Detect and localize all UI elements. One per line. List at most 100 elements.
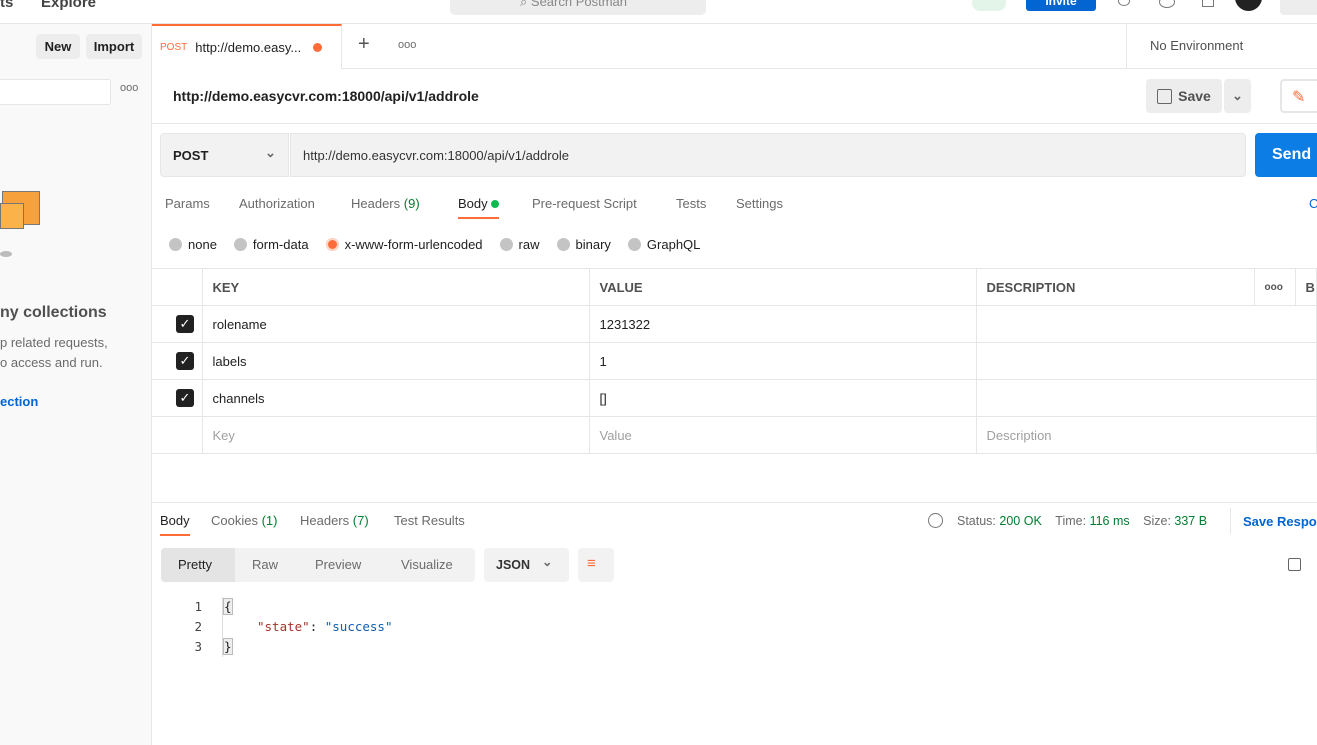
table-row: ✓ labels 1 (152, 342, 1317, 380)
table-options-button[interactable]: ooo (1253, 268, 1296, 306)
settings-icon[interactable] (1159, 0, 1175, 8)
save-dropdown-chevron-icon[interactable]: ⌄ (1224, 79, 1251, 113)
value-input[interactable]: Value (588, 416, 977, 454)
view-visualize[interactable]: Visualize (401, 557, 453, 572)
column-value: VALUE (588, 268, 977, 306)
collections-illustration-icon (0, 179, 42, 257)
empty-state-text: p related requests, (0, 335, 108, 350)
table-row-new: Key Value Description (152, 416, 1317, 454)
tab-authorization[interactable]: Authorization (239, 196, 315, 211)
tab-body[interactable]: Body (458, 196, 500, 219)
globe-icon[interactable] (928, 513, 943, 528)
key-cell[interactable]: rolename (201, 305, 590, 343)
radio-graphql[interactable]: GraphQL (627, 237, 700, 252)
new-button[interactable]: New (36, 34, 80, 59)
save-response-button[interactable]: Save Respo (1243, 514, 1317, 529)
search-icon: ⌕ (520, 0, 531, 9)
column-key: KEY (201, 268, 590, 306)
more-icon[interactable]: ooo (120, 82, 138, 94)
collection-search-input[interactable] (0, 79, 111, 105)
active-dot-icon (491, 200, 500, 208)
description-input[interactable]: Description (975, 416, 1317, 454)
upgrade-button[interactable] (1280, 0, 1317, 15)
size-value[interactable]: 337 B (1174, 514, 1207, 528)
wrap-lines-icon[interactable]: ≡ (578, 548, 614, 582)
cookies-link[interactable]: C (1309, 196, 1317, 211)
radio-raw[interactable]: raw (499, 237, 540, 252)
save-icon (1157, 88, 1173, 104)
value-cell[interactable]: 1231322 (588, 305, 977, 343)
description-cell[interactable] (975, 342, 1317, 380)
row-checkbox[interactable]: ✓ (176, 389, 194, 407)
request-tab[interactable]: POST http://demo.easy... (152, 24, 342, 69)
new-tab-button[interactable]: + (358, 33, 370, 56)
radio-none[interactable]: none (169, 237, 217, 252)
nav-workspaces[interactable]: ts (0, 0, 13, 11)
key-cell[interactable]: channels (201, 379, 590, 417)
line-numbers: 1 2 3 (194, 599, 202, 654)
status-value[interactable]: 200 OK (999, 514, 1041, 528)
tab-headers[interactable]: Headers (9) (351, 196, 420, 211)
chevron-down-icon: ⌄ (542, 555, 553, 569)
description-cell[interactable] (975, 379, 1317, 417)
satellite-icon[interactable] (1118, 0, 1130, 6)
empty-state-text: o access and run. (0, 355, 103, 370)
bulk-edit-button[interactable]: B (1294, 268, 1317, 306)
response-meta: Status: 200 OK Time: 116 ms Size: 337 B (957, 514, 1208, 528)
edit-pencil-icon[interactable]: ✎ (1280, 79, 1317, 113)
send-button[interactable]: Send (1255, 133, 1317, 177)
tab-params[interactable]: Params (165, 196, 210, 211)
request-title[interactable]: http://demo.easycvr.com:18000/api/v1/add… (173, 88, 479, 104)
table-row: ✓ rolename 1231322 (152, 305, 1317, 343)
row-checkbox[interactable]: ✓ (176, 315, 194, 333)
import-button[interactable]: Import (86, 34, 142, 59)
response-divider[interactable] (152, 502, 1317, 503)
view-pretty[interactable]: Pretty (161, 548, 235, 582)
json-value: "success" (324, 619, 393, 634)
avatar[interactable] (1235, 0, 1262, 11)
params-table: KEY VALUE DESCRIPTION ooo B ✓ rolename 1… (152, 268, 1317, 454)
value-cell[interactable]: 1 (588, 342, 977, 380)
table-row: ✓ channels [] (152, 379, 1317, 417)
sidebar: New Import ooo ny collections p related … (0, 24, 152, 745)
description-cell[interactable] (975, 305, 1317, 343)
unsaved-dot-icon (313, 43, 323, 52)
response-tab-cookies[interactable]: Cookies (1) (211, 513, 277, 528)
view-mode-segmented: Pretty Raw Preview Visualize (161, 548, 475, 582)
body-type-radios: none form-data x-www-form-urlencoded raw… (169, 237, 700, 252)
method-select[interactable]: POST ⌄ (160, 133, 289, 177)
view-raw[interactable]: Raw (252, 557, 278, 572)
value-cell[interactable]: [] (588, 379, 977, 417)
tab-tests[interactable]: Tests (676, 196, 706, 211)
row-checkbox[interactable]: ✓ (176, 352, 194, 370)
tab-pre-request-script[interactable]: Pre-request Script (532, 196, 637, 211)
key-cell[interactable]: labels (201, 342, 590, 380)
sync-status-icon[interactable] (972, 0, 1006, 11)
key-input[interactable]: Key (201, 416, 590, 454)
view-preview[interactable]: Preview (315, 557, 361, 572)
tab-settings[interactable]: Settings (736, 196, 783, 211)
url-input[interactable]: http://demo.easycvr.com:18000/api/v1/add… (290, 133, 1246, 177)
notification-icon[interactable] (1202, 0, 1214, 7)
column-description: DESCRIPTION (975, 268, 1255, 306)
time-value[interactable]: 116 ms (1090, 514, 1130, 528)
table-header: KEY VALUE DESCRIPTION ooo B (152, 268, 1317, 306)
create-collection-link[interactable]: ection (0, 394, 38, 409)
radio-form-data[interactable]: form-data (233, 237, 309, 252)
invite-button[interactable]: Invite (1026, 0, 1096, 11)
json-key: "state" (257, 619, 310, 634)
format-select[interactable]: JSON ⌄ (484, 548, 569, 582)
environment-selector[interactable]: No Environment (1126, 24, 1317, 69)
response-tab-headers[interactable]: Headers (7) (300, 513, 369, 528)
radio-x-www-form-urlencoded[interactable]: x-www-form-urlencoded (325, 237, 483, 252)
nav-explore[interactable]: Explore (41, 0, 96, 11)
radio-binary[interactable]: binary (556, 237, 611, 252)
response-tab-body[interactable]: Body (160, 513, 190, 536)
tab-options-button[interactable]: ooo (398, 39, 416, 51)
copy-icon[interactable] (1288, 558, 1301, 571)
save-button[interactable]: Save (1146, 79, 1222, 113)
search-input[interactable]: ⌕ Search Postman (450, 0, 706, 15)
response-body[interactable]: { "state": "success" } (222, 597, 392, 657)
top-bar: ts Explore ⌕ Search Postman Invite (0, 0, 1317, 24)
response-tab-test-results[interactable]: Test Results (394, 513, 465, 528)
